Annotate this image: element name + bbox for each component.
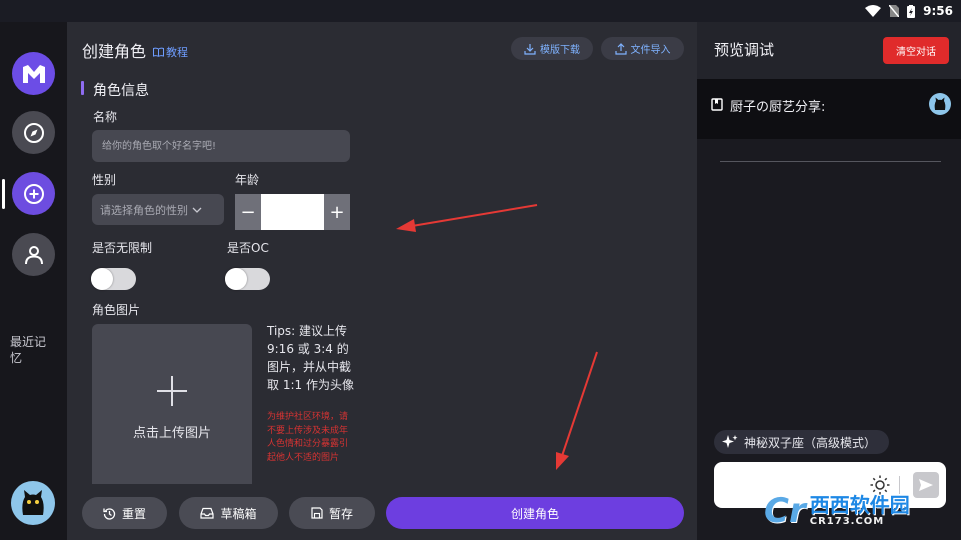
unlimited-toggle[interactable] bbox=[91, 268, 136, 290]
download-icon bbox=[524, 43, 536, 55]
age-decrement-button[interactable]: − bbox=[235, 194, 261, 230]
upload-icon bbox=[614, 42, 627, 55]
inbox-icon bbox=[200, 507, 215, 519]
create-character-button[interactable]: 创建角色 bbox=[386, 497, 684, 529]
clear-chat-button[interactable]: 清空对话 bbox=[883, 37, 949, 64]
sparkle-icon bbox=[722, 435, 738, 448]
recent-memory-link[interactable]: 最近记忆 bbox=[10, 334, 50, 366]
age-value-input[interactable] bbox=[261, 194, 324, 230]
plus-icon bbox=[157, 375, 187, 406]
nav-active-indicator bbox=[2, 179, 5, 209]
template-download-button[interactable]: 模版下载 bbox=[511, 37, 593, 60]
bottom-action-bar: 重置 草稿箱 暂存 创建角色 bbox=[67, 485, 696, 540]
watermark-logo: Cr bbox=[764, 491, 806, 531]
app-logo-icon bbox=[22, 64, 45, 83]
preview-title: 预览调试 bbox=[714, 41, 775, 59]
divider bbox=[720, 161, 941, 162]
page-title: 创建角色 bbox=[82, 42, 147, 61]
drafts-label: 草稿箱 bbox=[220, 506, 257, 521]
character-avatar bbox=[929, 93, 951, 115]
status-bar: 9:56 bbox=[0, 0, 961, 22]
unlimited-label: 是否无限制 bbox=[92, 241, 153, 255]
plus-circle-icon bbox=[23, 183, 44, 204]
cat-avatar-icon bbox=[22, 490, 44, 515]
book-open-icon bbox=[153, 47, 164, 57]
drafts-button[interactable]: 草稿箱 bbox=[179, 497, 278, 529]
nav-create-button[interactable] bbox=[12, 172, 55, 215]
file-import-label: 文件导入 bbox=[630, 45, 671, 56]
app-logo-button[interactable] bbox=[12, 52, 55, 95]
upload-warning: 为维护社区环境，请不要上传涉及未成年人色情和过分暴露引起他人不适的图片 bbox=[267, 412, 349, 463]
card-title: 厨子の厨艺分享: bbox=[730, 100, 826, 115]
oc-label: 是否OC bbox=[227, 241, 269, 255]
tutorial-link[interactable]: 教程 bbox=[153, 44, 188, 60]
compass-icon bbox=[23, 122, 44, 143]
model-selector[interactable]: 神秘双子座（高级模式） bbox=[714, 430, 889, 454]
watermark-domain: CR173.COM bbox=[809, 516, 885, 527]
user-icon bbox=[24, 245, 43, 264]
age-stepper: − + bbox=[235, 194, 350, 230]
save-icon bbox=[311, 507, 323, 519]
battery-charging-icon bbox=[907, 4, 916, 18]
watermark-name: 西西软件园 bbox=[809, 493, 910, 517]
model-label: 神秘双子座（高级模式） bbox=[744, 435, 877, 450]
chevron-down-icon bbox=[192, 207, 202, 213]
character-preview-card: 厨子の厨艺分享: bbox=[697, 79, 961, 139]
create-character-panel: 创建角色 教程 模版下载 文件导入 角色信息 名称 性别 请选择角色的性别 年龄… bbox=[67, 22, 696, 540]
toggle-knob bbox=[91, 268, 113, 290]
section-accent-bar bbox=[81, 81, 84, 95]
history-icon bbox=[103, 507, 116, 520]
oc-toggle[interactable] bbox=[225, 268, 270, 290]
age-increment-button[interactable]: + bbox=[324, 194, 350, 230]
file-import-button[interactable]: 文件导入 bbox=[601, 37, 684, 60]
nav-rail: 最近记忆 bbox=[0, 22, 67, 540]
gender-select-value: 请选择角色的性别 bbox=[100, 203, 188, 217]
reset-button[interactable]: 重置 bbox=[82, 497, 167, 529]
wifi-icon bbox=[865, 5, 882, 17]
gender-select[interactable]: 请选择角色的性别 bbox=[92, 194, 224, 225]
gender-label: 性别 bbox=[92, 173, 117, 187]
name-label: 名称 bbox=[93, 110, 118, 124]
status-time: 9:56 bbox=[923, 4, 953, 18]
toggle-knob bbox=[225, 268, 247, 290]
nav-profile-button[interactable] bbox=[12, 233, 55, 276]
save-label: 暂存 bbox=[328, 506, 353, 521]
tutorial-label: 教程 bbox=[166, 46, 188, 59]
image-upload-area[interactable]: 点击上传图片 bbox=[92, 324, 252, 484]
section-title: 角色信息 bbox=[93, 83, 149, 99]
user-avatar[interactable] bbox=[11, 481, 55, 525]
upload-tips: Tips: 建议上传 9:16 或 3:4 的图片，并从中截取 1:1 作为头像 bbox=[267, 324, 354, 392]
nav-explore-button[interactable] bbox=[12, 111, 55, 154]
upload-label: 点击上传图片 bbox=[132, 425, 211, 441]
save-button[interactable]: 暂存 bbox=[289, 497, 375, 529]
book-icon bbox=[711, 98, 723, 111]
preview-panel: 预览调试 清空对话 厨子の厨艺分享: 神秘双子座（高级模式） bbox=[696, 22, 961, 540]
site-watermark: Cr 西西软件园 CR173.COM bbox=[764, 490, 944, 532]
template-download-label: 模版下载 bbox=[540, 45, 580, 56]
image-label: 角色图片 bbox=[92, 303, 141, 317]
preview-header: 预览调试 清空对话 bbox=[697, 22, 961, 79]
reset-label: 重置 bbox=[121, 506, 146, 521]
cat-avatar-icon bbox=[934, 97, 946, 110]
name-input[interactable] bbox=[92, 130, 350, 162]
age-label: 年龄 bbox=[235, 173, 260, 187]
no-sim-icon bbox=[889, 5, 900, 17]
